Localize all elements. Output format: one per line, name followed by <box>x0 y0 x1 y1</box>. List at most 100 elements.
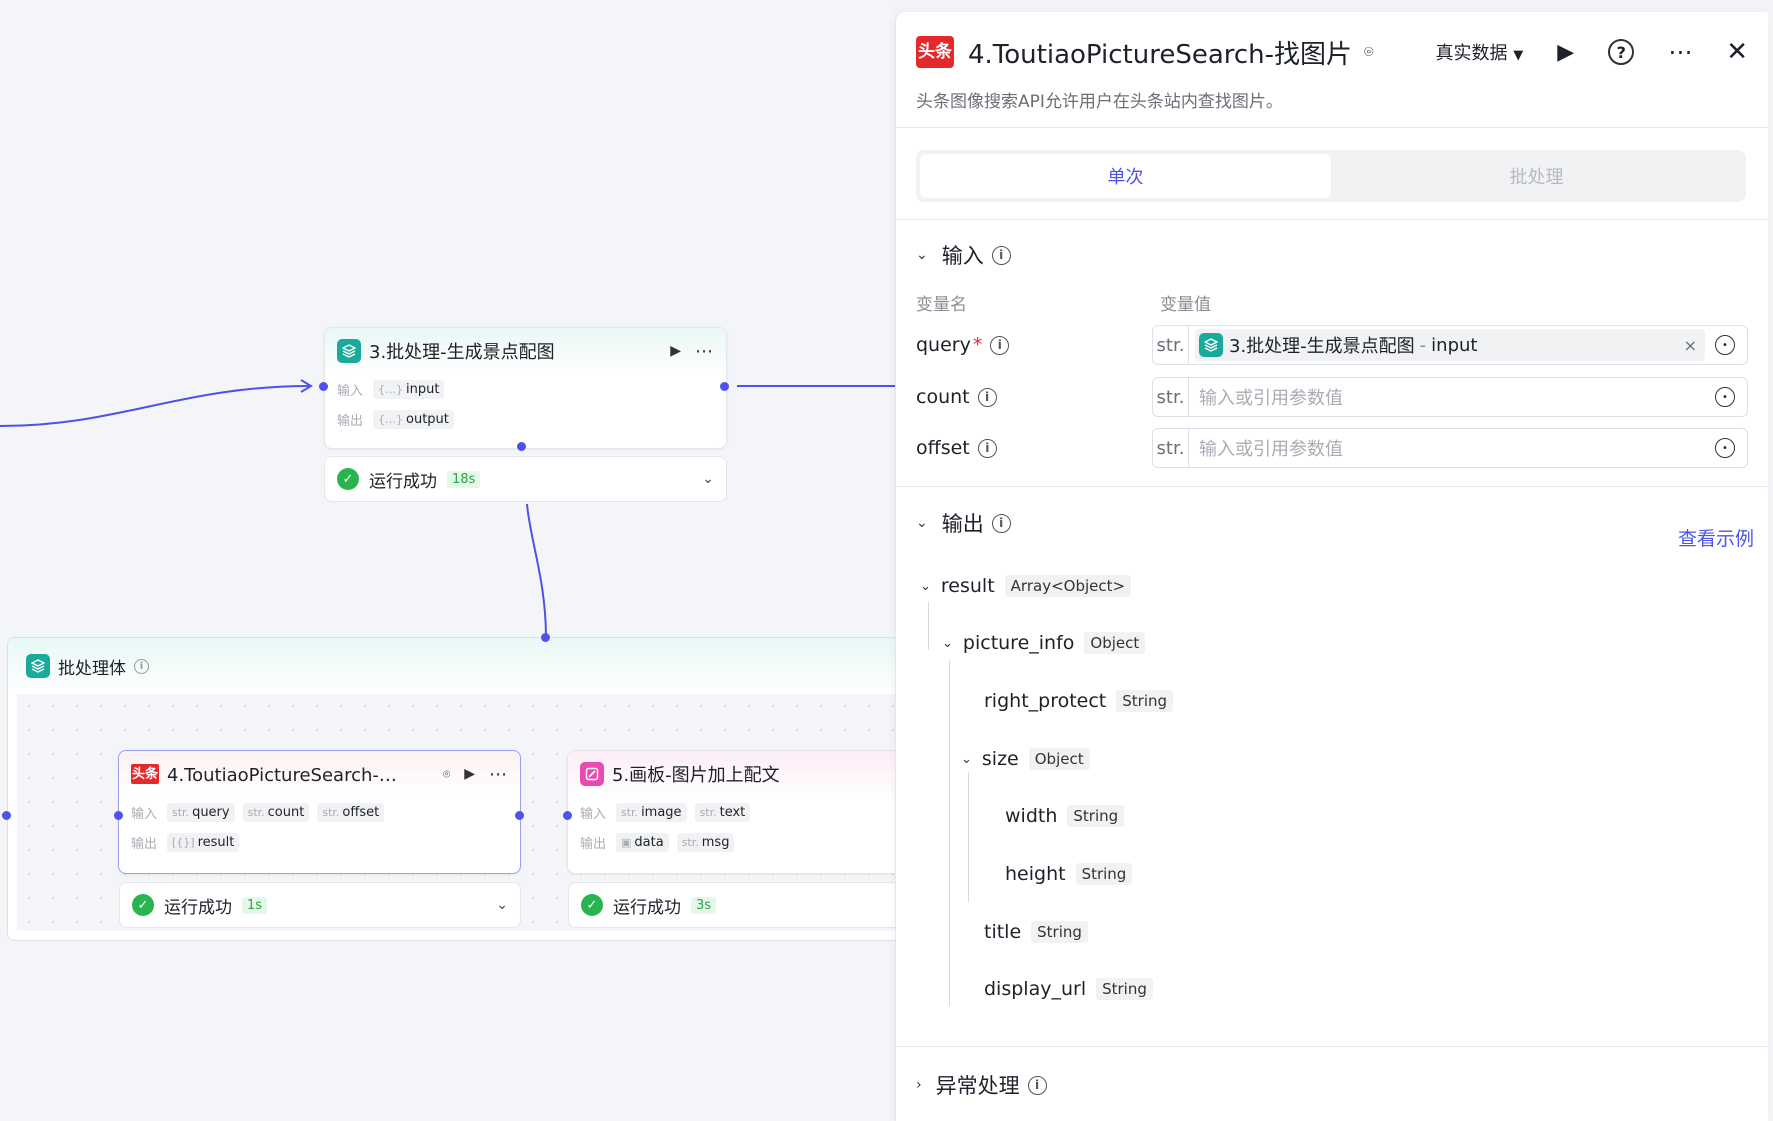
node-4-toutiao-search[interactable]: 头条 4.ToutiaoPictureSearch-找… ⌾ ▶ ⋯ 输入 st… <box>118 750 521 874</box>
more-icon[interactable]: ⋯ <box>1668 38 1692 66</box>
input-section-header[interactable]: ⌄ 输入 i <box>916 240 1011 270</box>
panel-description: 头条图像搜索API允许用户在头条站内查找图片。 <box>916 92 1283 112</box>
run-time-badge: 1s <box>242 896 268 914</box>
mask-icon[interactable]: ⌾ <box>443 767 450 782</box>
play-icon[interactable]: ▶ <box>670 343 681 359</box>
object-icon: {…} <box>378 382 403 396</box>
workflow-canvas[interactable]: 3.批处理-生成景点配图 ▶ ⋯ 输入 {…} input 输出 {…} outpu… <box>0 0 895 1121</box>
tab-single[interactable]: 单次 <box>920 154 1331 198</box>
node-5-status[interactable]: ✓ 运行成功 3s <box>568 882 895 928</box>
batch-input-port[interactable] <box>541 633 550 642</box>
input-chip-text: str. text <box>694 802 751 822</box>
help-icon[interactable]: ? <box>1608 39 1635 65</box>
var-row-query: query * i str. 3.批处理-生成景点配图 - input × • <box>916 325 1748 365</box>
success-check-icon: ✓ <box>581 894 603 916</box>
data-mode-dropdown[interactable]: 真实数据 ▼ <box>1436 39 1524 65</box>
offset-value-field[interactable]: str. 输入或引用参数值 • <box>1152 428 1748 468</box>
node-4-input-port[interactable] <box>114 811 123 820</box>
node-5-canvas[interactable]: 5.画板-图片加上配文 输入 str. image str. text 输出 ▣ da… <box>567 750 895 874</box>
info-icon[interactable]: i <box>1027 1075 1047 1095</box>
mask-icon[interactable]: ⌾ <box>1364 42 1374 62</box>
batch-body-title: 批处理体 <box>58 658 126 679</box>
batch-left-port[interactable] <box>2 811 11 820</box>
info-icon[interactable]: i <box>990 335 1010 355</box>
chevron-down-icon[interactable]: ⌄ <box>496 897 508 913</box>
tree-item-right-protect: right_protect String <box>984 690 1174 712</box>
play-icon[interactable]: ▶ <box>464 766 475 782</box>
node-3-header: 3.批处理-生成景点配图 ▶ ⋯ <box>325 328 726 374</box>
batch-body-header: 批处理体 i <box>8 638 895 694</box>
divider <box>896 486 1768 487</box>
tree-item-picture-info[interactable]: ⌄ picture_info Object <box>942 632 1146 654</box>
chevron-right-icon[interactable]: › <box>916 1077 922 1093</box>
count-value-field[interactable]: str. 输入或引用参数值 • <box>1152 377 1748 417</box>
chevron-down-icon[interactable]: ⌄ <box>916 247 928 263</box>
toutiao-logo-icon: 头条 <box>131 764 159 784</box>
tab-batch[interactable]: 批处理 <box>1331 154 1742 198</box>
reference-icon[interactable]: • <box>1711 325 1739 365</box>
node-5-output-row: 输出 ▣ data str. msg <box>568 827 895 857</box>
node-5-header: 5.画板-图片加上配文 <box>568 751 895 797</box>
node-4-title: 4.ToutiaoPictureSearch-找… <box>167 765 407 786</box>
run-icon[interactable]: ▶ <box>1557 40 1574 65</box>
chevron-down-icon[interactable]: ⌄ <box>702 471 714 487</box>
error-handling-header[interactable]: › 异常处理 i <box>916 1070 1047 1100</box>
node-3-output-port[interactable] <box>720 382 729 391</box>
chevron-down-icon[interactable]: ⌄ <box>920 579 931 594</box>
output-chip-result: [{}] result <box>167 832 240 852</box>
node-3-input-port[interactable] <box>319 382 328 391</box>
input-chip-image: str. image <box>616 802 687 822</box>
info-icon[interactable]: i <box>977 387 997 407</box>
output-chip-data: ▣ data <box>616 832 669 852</box>
reference-icon[interactable]: • <box>1711 428 1739 468</box>
input-chip-offset: str. offset <box>317 802 385 822</box>
view-example-link[interactable]: 查看示例 <box>1678 524 1754 551</box>
more-icon[interactable]: ⋯ <box>489 764 508 785</box>
reference-icon[interactable]: • <box>1711 377 1739 417</box>
node-3-output-row: 输出 {…} output <box>325 404 726 434</box>
node-3-status[interactable]: ✓ 运行成功 18s ⌄ <box>324 456 727 502</box>
tree-item-size[interactable]: ⌄ size Object <box>961 748 1090 770</box>
clear-icon[interactable]: × <box>1684 336 1697 355</box>
info-icon[interactable]: i <box>991 245 1011 265</box>
chevron-down-icon[interactable]: ⌄ <box>961 752 972 767</box>
input-label: 输入 <box>337 383 364 399</box>
tree-item-result[interactable]: ⌄ result Array<Object> <box>920 575 1132 597</box>
divider <box>896 219 1768 220</box>
close-icon[interactable]: ✕ <box>1726 37 1748 67</box>
chevron-down-icon[interactable]: ⌄ <box>916 515 928 531</box>
more-icon[interactable]: ⋯ <box>695 341 714 362</box>
tree-item-height: height String <box>1005 863 1133 885</box>
panel-title[interactable]: 4.ToutiaoPictureSearch-找图片 <box>968 34 1352 71</box>
layers-icon <box>1199 333 1223 357</box>
node-4-output-port[interactable] <box>515 811 524 820</box>
query-value-field[interactable]: str. 3.批处理-生成景点配图 - input × • <box>1152 325 1748 365</box>
node-detail-panel: 头条 4.ToutiaoPictureSearch-找图片 ⌾ 真实数据 ▼ ▶… <box>895 12 1768 1121</box>
node-4-header: 头条 4.ToutiaoPictureSearch-找… ⌾ ▶ ⋯ <box>119 751 520 797</box>
info-icon[interactable]: i <box>991 513 1011 533</box>
layers-icon <box>337 339 361 363</box>
run-time-badge: 3s <box>691 896 717 914</box>
reference-pill[interactable]: 3.批处理-生成景点配图 - input × <box>1195 329 1705 361</box>
chevron-down-icon[interactable]: ⌄ <box>942 636 953 651</box>
object-icon: {…} <box>378 412 403 426</box>
info-icon[interactable]: i <box>977 438 997 458</box>
input-chip-count: str. count <box>242 802 310 822</box>
type-tag: str. <box>1153 326 1189 364</box>
node-3-batch[interactable]: 3.批处理-生成景点配图 ▶ ⋯ 输入 {…} input 输出 {…} outpu… <box>324 327 727 449</box>
tree-item-display-url: display_url String <box>984 978 1153 1000</box>
divider <box>896 1046 1768 1047</box>
run-time-badge: 18s <box>447 470 481 488</box>
node-4-status[interactable]: ✓ 运行成功 1s ⌄ <box>119 882 521 928</box>
image-icon: ▣ <box>621 835 632 849</box>
node-3-batch-port[interactable] <box>517 442 526 451</box>
node-5-input-port[interactable] <box>563 811 572 820</box>
var-row-count: count i str. 输入或引用参数值 • <box>916 377 1748 417</box>
info-icon[interactable]: i <box>134 658 149 674</box>
canvas-edit-icon <box>580 762 604 786</box>
node-4-output-row: 输出 [{}] result <box>119 827 520 857</box>
node-5-title: 5.画板-图片加上配文 <box>612 765 780 786</box>
output-section-header[interactable]: ⌄ 输出 i <box>916 508 1011 538</box>
output-chip-msg: str. msg <box>676 832 735 852</box>
layers-icon <box>26 654 50 678</box>
